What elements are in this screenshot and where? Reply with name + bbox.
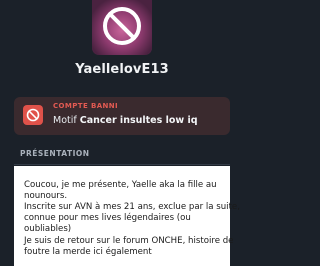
bio-line: Je suis de retour sur le forum ONCHE, hi… (24, 236, 234, 246)
bio-line: Coucou, je me présente, Yaelle aka la fi… (24, 180, 217, 190)
avatar[interactable] (92, 0, 152, 55)
banned-avatar-icon (103, 7, 141, 45)
presentation-title: PRÉSENTATION (20, 149, 90, 158)
profile-username: YaellelovE13 (75, 62, 169, 77)
ban-card: COMPTE BANNI Motif Cancer insultes low iq (14, 97, 230, 135)
bio-line: Inscrite sur AVN à mes 21 ans, exclue pa… (24, 202, 240, 212)
bio-line: nounours. (24, 191, 68, 201)
ban-icon (23, 105, 43, 125)
divider (14, 164, 230, 165)
ban-reason: Motif Cancer insultes low iq (53, 115, 198, 126)
ban-title: COMPTE BANNI (53, 102, 119, 110)
presentation-body: Coucou, je me présente, Yaelle aka la fi… (14, 166, 240, 266)
bio-line: connue pour mes lives légendaires (ou (24, 213, 191, 223)
ban-reason-value: Cancer insultes low iq (79, 115, 198, 126)
ban-reason-label: Motif (53, 115, 77, 126)
bio-line: oubliables) (24, 224, 72, 234)
